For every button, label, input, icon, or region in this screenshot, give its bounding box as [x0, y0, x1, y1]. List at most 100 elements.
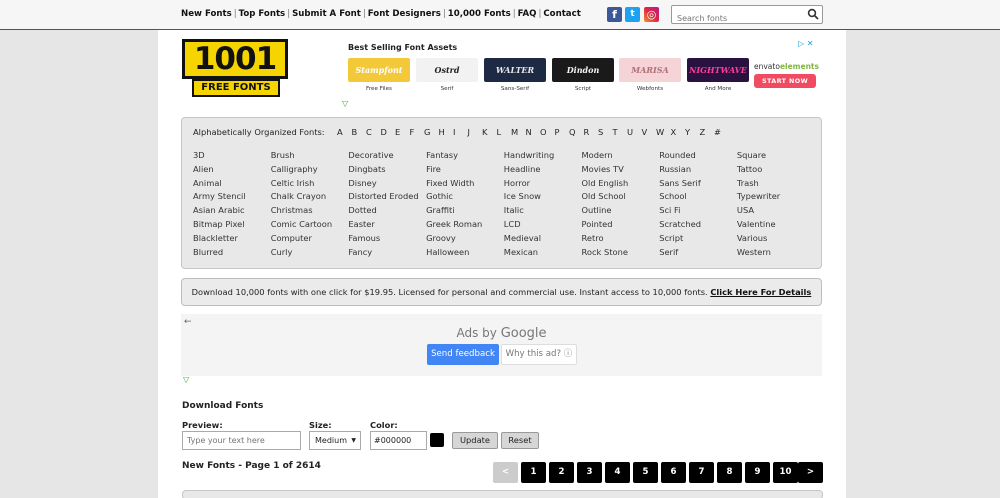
color-swatch[interactable] [430, 433, 444, 447]
category-link[interactable]: Modern [582, 150, 658, 164]
alphabet-letter-link[interactable]: T [613, 127, 628, 137]
alphabet-letter-link[interactable]: L [497, 127, 512, 137]
category-link[interactable]: Sci Fi [659, 205, 735, 219]
category-link[interactable]: Rock Stone [582, 247, 658, 261]
category-link[interactable]: Celtic Irish [271, 178, 347, 192]
alphabet-letter-link[interactable]: H [439, 127, 454, 137]
ad-card[interactable]: WALTER Sans-Serif [484, 58, 546, 92]
alphabet-letter-link[interactable]: S [598, 127, 613, 137]
category-link[interactable]: Outline [582, 205, 658, 219]
category-link[interactable]: USA [737, 205, 813, 219]
category-link[interactable]: Calligraphy [271, 164, 347, 178]
page-button[interactable]: 10 [773, 462, 798, 483]
alphabet-letter-link[interactable]: J [468, 127, 483, 137]
category-link[interactable]: Sans Serif [659, 178, 735, 192]
alphabet-letter-link[interactable]: E [395, 127, 410, 137]
alphabet-letter-link[interactable]: W [656, 127, 671, 137]
nav-faq[interactable]: FAQ [518, 9, 537, 19]
nav-font-designers[interactable]: Font Designers [368, 9, 441, 19]
ad-card[interactable]: Dindon Script [552, 58, 614, 92]
category-link[interactable]: Old School [582, 191, 658, 205]
category-link[interactable]: Gothic [426, 191, 502, 205]
search-icon[interactable] [807, 8, 819, 20]
category-link[interactable]: Valentine [737, 219, 813, 233]
alphabet-letter-link[interactable]: A [337, 127, 352, 137]
update-button[interactable]: Update [452, 432, 498, 449]
alphabet-letter-link[interactable]: I [453, 127, 468, 137]
category-link[interactable]: Chalk Crayon [271, 191, 347, 205]
page-button[interactable]: 3 [577, 462, 602, 483]
page-button[interactable]: 2 [549, 462, 574, 483]
category-link[interactable]: Bitmap Pixel [193, 219, 269, 233]
category-link[interactable]: Comic Cartoon [271, 219, 347, 233]
alphabet-letter-link[interactable]: N [526, 127, 541, 137]
color-input[interactable] [370, 431, 427, 450]
nav-top-fonts[interactable]: Top Fonts [239, 9, 286, 19]
page-button[interactable]: 1 [521, 462, 546, 483]
category-link[interactable]: Curly [271, 247, 347, 261]
alphabet-letter-link[interactable]: D [381, 127, 396, 137]
category-link[interactable]: Russian [659, 164, 735, 178]
category-link[interactable]: Script [659, 233, 735, 247]
category-link[interactable]: Western [737, 247, 813, 261]
why-this-ad-button[interactable]: Why this ad? ⓘ [501, 344, 577, 365]
alphabet-letter-link[interactable]: V [642, 127, 657, 137]
alphabet-letter-link[interactable]: G [424, 127, 439, 137]
category-link[interactable]: Serif [659, 247, 735, 261]
category-link[interactable]: Trash [737, 178, 813, 192]
category-link[interactable]: Fancy [348, 247, 424, 261]
ad-card[interactable]: NIGHTWAVE And More [687, 58, 749, 92]
category-link[interactable]: Medieval [504, 233, 580, 247]
alphabet-letter-link[interactable]: Y [685, 127, 700, 137]
category-link[interactable]: Disney [348, 178, 424, 192]
facebook-icon[interactable]: f [607, 7, 622, 22]
ad-card[interactable]: Ostrd Serif [416, 58, 478, 92]
category-link[interactable]: Square [737, 150, 813, 164]
category-link[interactable]: 3D [193, 150, 269, 164]
alphabet-letter-link[interactable]: O [540, 127, 555, 137]
category-link[interactable]: Greek Roman [426, 219, 502, 233]
page-button[interactable]: 7 [689, 462, 714, 483]
alphabet-letter-link[interactable]: Q [569, 127, 584, 137]
nav-submit-font[interactable]: Submit A Font [292, 9, 361, 19]
preview-text-input[interactable] [182, 431, 301, 450]
category-link[interactable]: Christmas [271, 205, 347, 219]
alphabet-letter-link[interactable]: M [511, 127, 526, 137]
category-link[interactable]: Blurred [193, 247, 269, 261]
category-link[interactable]: Italic [504, 205, 580, 219]
page-button[interactable]: 4 [605, 462, 630, 483]
category-link[interactable]: Distorted Eroded [348, 191, 424, 205]
category-link[interactable]: Ice Snow [504, 191, 580, 205]
category-link[interactable]: Blackletter [193, 233, 269, 247]
send-feedback-button[interactable]: Send feedback [427, 344, 499, 365]
category-link[interactable]: Retro [582, 233, 658, 247]
category-link[interactable]: Fixed Width [426, 178, 502, 192]
nav-contact[interactable]: Contact [543, 9, 580, 19]
prev-page-button[interactable]: < [493, 462, 518, 483]
category-link[interactable]: Fire [426, 164, 502, 178]
page-button[interactable]: 6 [661, 462, 686, 483]
category-link[interactable]: Dingbats [348, 164, 424, 178]
ad-card[interactable]: Stampfont Free Files [348, 58, 410, 92]
category-link[interactable]: Easter [348, 219, 424, 233]
alphabet-letter-link[interactable]: X [671, 127, 686, 137]
category-link[interactable]: Computer [271, 233, 347, 247]
category-link[interactable]: Army Stencil [193, 191, 269, 205]
category-link[interactable]: Tattoo [737, 164, 813, 178]
category-link[interactable]: Horror [504, 178, 580, 192]
category-link[interactable]: Rounded [659, 150, 735, 164]
search-input[interactable] [672, 10, 800, 27]
category-link[interactable]: Graffiti [426, 205, 502, 219]
category-link[interactable]: Typewriter [737, 191, 813, 205]
category-link[interactable]: Halloween [426, 247, 502, 261]
category-link[interactable]: Old English [582, 178, 658, 192]
alphabet-letter-link[interactable]: K [482, 127, 497, 137]
reset-button[interactable]: Reset [501, 432, 539, 449]
category-link[interactable]: Brush [271, 150, 347, 164]
promo-link[interactable]: Click Here For Details [710, 287, 811, 297]
category-link[interactable]: Various [737, 233, 813, 247]
category-link[interactable]: Asian Arabic [193, 205, 269, 219]
category-link[interactable]: Headline [504, 164, 580, 178]
category-link[interactable]: Famous [348, 233, 424, 247]
alphabet-letter-link[interactable]: C [366, 127, 381, 137]
